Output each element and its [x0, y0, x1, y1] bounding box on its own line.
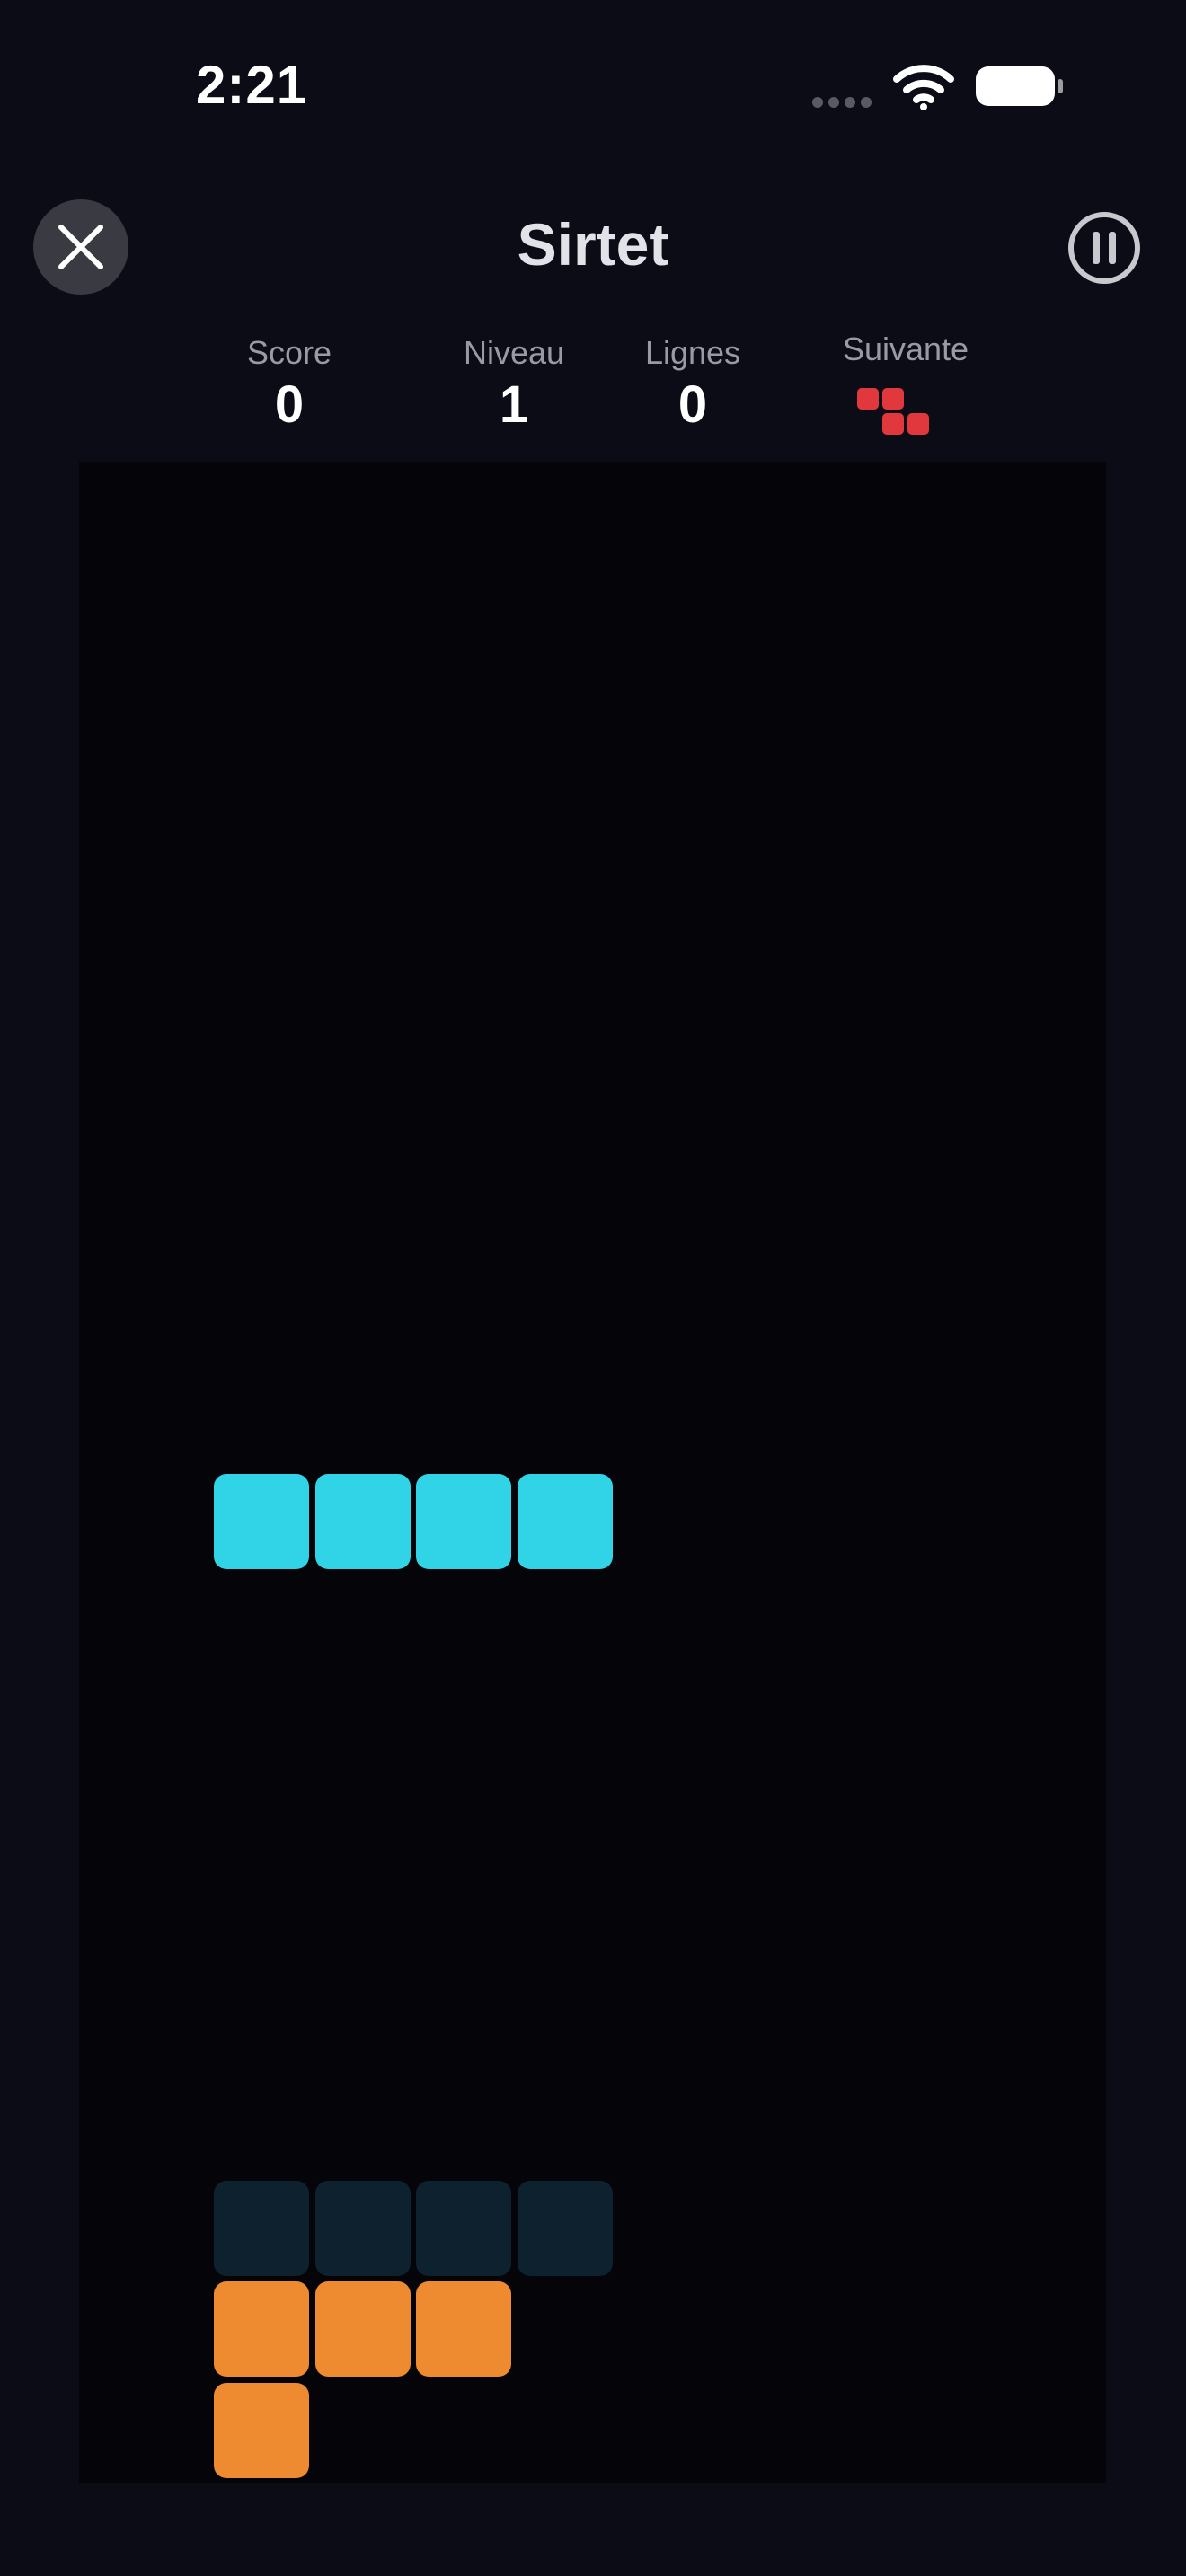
- score-value: 0: [274, 375, 305, 434]
- lines-value: 0: [677, 375, 708, 434]
- status-time: 2:21: [196, 55, 308, 115]
- next-piece-cell: [857, 388, 879, 410]
- game-board[interactable]: [79, 462, 1106, 2483]
- cellular-signal-icon: [812, 97, 872, 108]
- next-piece-preview: [857, 388, 933, 438]
- ghost-piece-cell: [214, 2180, 309, 2276]
- active-piece-cell: [517, 1474, 613, 1569]
- score-stat: Score 0: [199, 332, 379, 437]
- level-value: 1: [499, 375, 529, 434]
- pause-icon: [1068, 212, 1140, 284]
- wifi-icon: [893, 65, 954, 110]
- lines-label: Lignes: [644, 334, 741, 371]
- next-piece-cell: [907, 413, 929, 435]
- active-piece-cell: [314, 1474, 411, 1569]
- active-piece-cell: [214, 1474, 309, 1569]
- lines-stat: Lignes 0: [603, 332, 783, 437]
- next-piece-cell: [882, 388, 904, 410]
- locked-cell: [314, 2281, 411, 2377]
- next-piece-cell: [882, 413, 904, 435]
- locked-cell: [416, 2281, 511, 2377]
- game-title: Sirtet: [517, 211, 669, 278]
- locked-cell: [214, 2382, 309, 2478]
- game-screen: 2:21 Sirtet Score 0 Niveau 1 Lignes 0 Su…: [0, 0, 1186, 2576]
- ghost-piece-cell: [517, 2180, 613, 2276]
- level-stat: Niveau 1: [424, 332, 604, 437]
- next-piece-label: Suivante: [842, 331, 969, 367]
- pause-button[interactable]: [1067, 210, 1142, 286]
- active-piece-cell: [416, 1474, 511, 1569]
- level-label: Niveau: [463, 334, 565, 371]
- score-label: Score: [246, 334, 332, 371]
- ghost-piece-cell: [416, 2180, 511, 2276]
- battery-icon: [976, 66, 1063, 106]
- ghost-piece-cell: [314, 2180, 411, 2276]
- locked-cell: [214, 2281, 309, 2377]
